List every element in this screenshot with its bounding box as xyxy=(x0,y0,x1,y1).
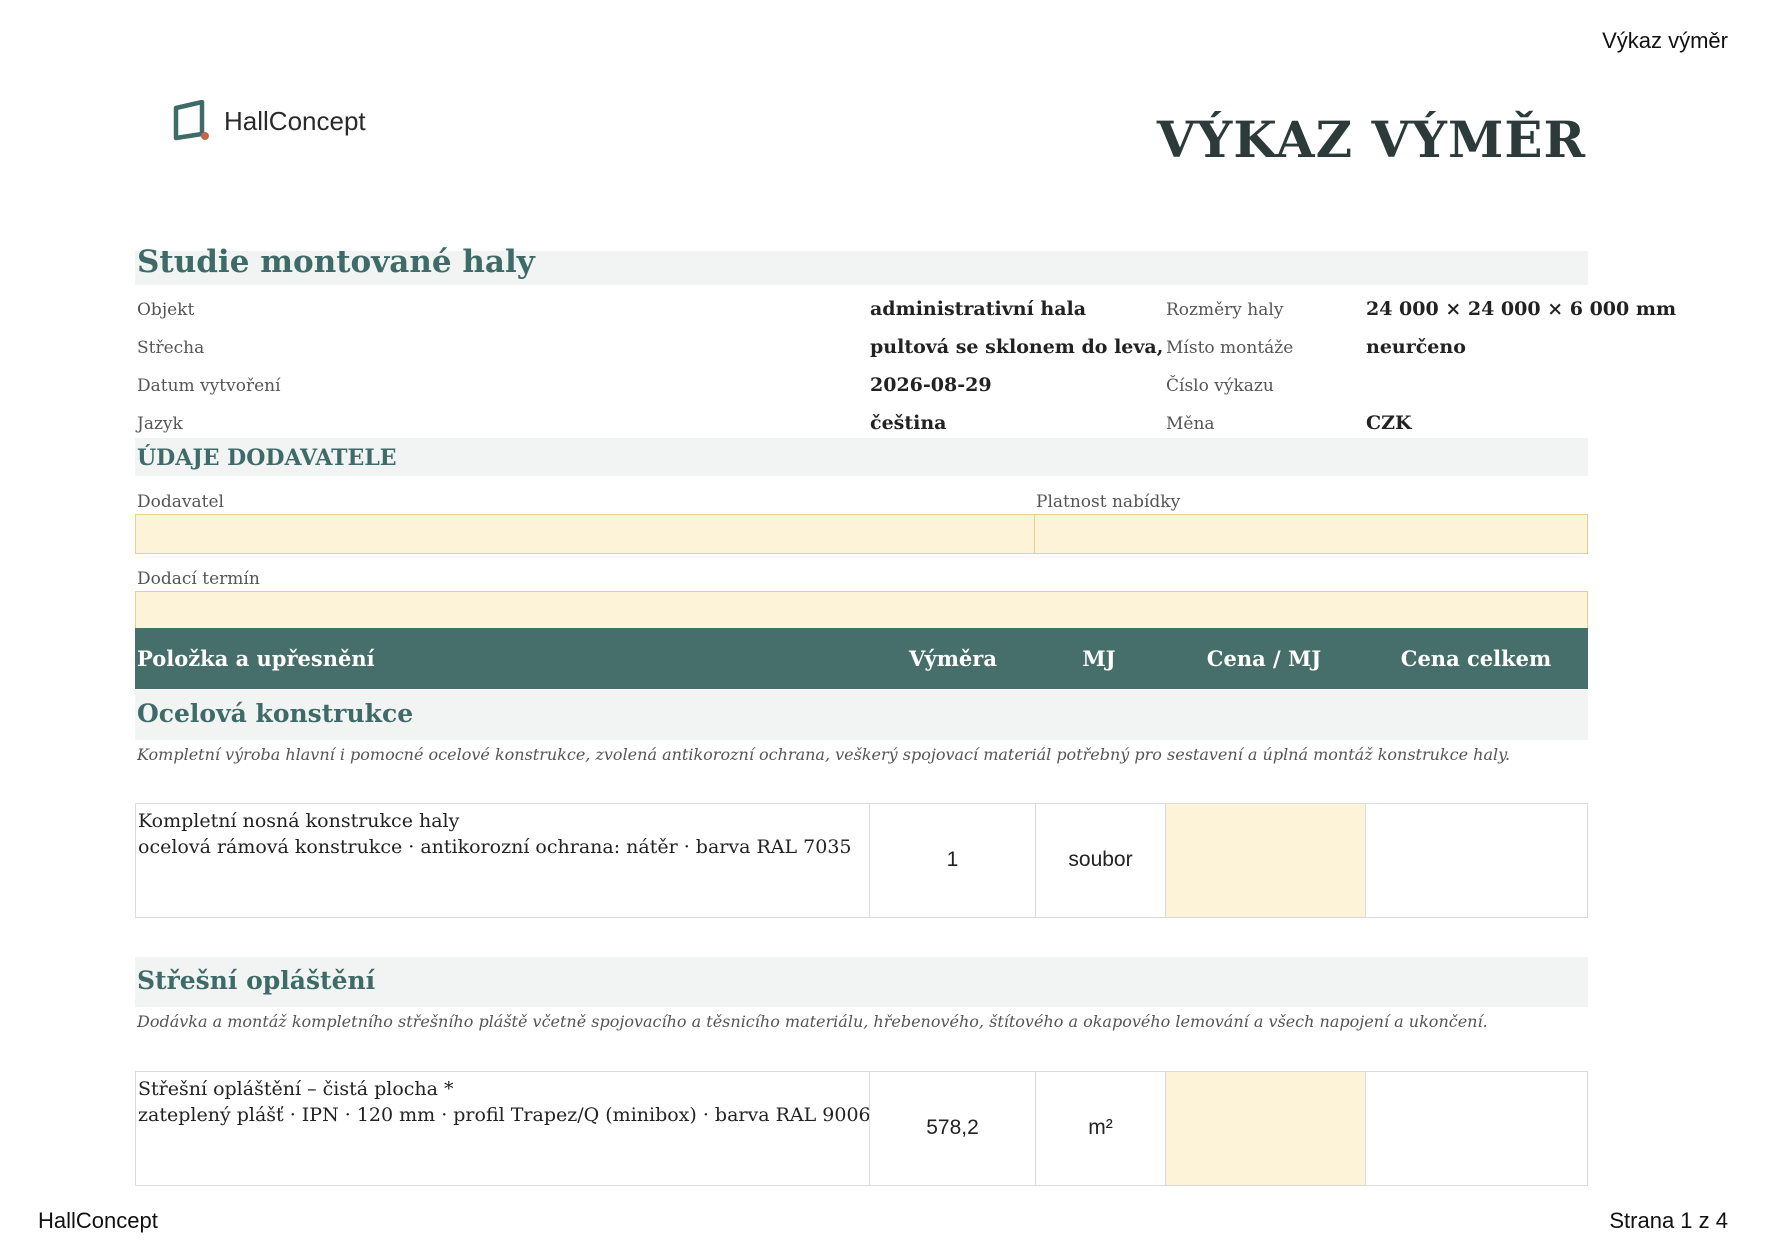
info-label-currency: Měna xyxy=(1166,414,1215,434)
item-quantity: 1 xyxy=(946,848,959,871)
quantity-cell: 1 xyxy=(869,804,1035,917)
total-cell xyxy=(1365,804,1587,917)
unit-cell: m² xyxy=(1035,1072,1165,1185)
table-header: Položka a upřesnění Výměra MJ Cena / MJ … xyxy=(135,628,1588,689)
delivery-field[interactable] xyxy=(135,591,1588,629)
info-label-location: Místo montáže xyxy=(1166,338,1294,358)
item-detail: zateplený plášť · IPN · 120 mm · profil … xyxy=(138,1104,871,1126)
supplier-field[interactable] xyxy=(135,514,1035,554)
column-header-unit-price: Cena / MJ xyxy=(1206,646,1322,671)
column-header-item: Položka a upřesnění xyxy=(137,646,375,671)
running-header: Výkaz výměr xyxy=(1602,28,1728,53)
logo-text: HallConcept xyxy=(224,105,366,136)
table-row: Kompletní nosná konstrukce haly ocelová … xyxy=(135,803,1588,918)
column-header-quantity: Výměra xyxy=(909,646,997,671)
document-title: VÝKAZ VÝMĚR xyxy=(1156,110,1586,169)
item-unit: soubor xyxy=(1068,848,1133,871)
info-value-created: 2026-08-29 xyxy=(870,374,992,396)
info-value-location: neurčeno xyxy=(1366,336,1466,358)
validity-field[interactable] xyxy=(1034,514,1588,554)
section-title: Střešní opláštění xyxy=(137,966,376,995)
info-value-object: administrativní hala xyxy=(870,298,1087,320)
validity-label: Platnost nabídky xyxy=(1036,492,1181,512)
info-value-roof: pultová se sklonem do leva, 5° xyxy=(870,336,1164,358)
info-label-created: Datum vytvoření xyxy=(137,376,281,396)
info-label-object: Objekt xyxy=(137,300,195,320)
company-logo: HallConcept xyxy=(172,100,366,142)
item-name: Střešní opláštění – čistá plocha * xyxy=(138,1078,454,1100)
total-cell xyxy=(1365,1072,1587,1185)
table-row: Střešní opláštění – čistá plocha * zatep… xyxy=(135,1071,1588,1186)
info-value-dimensions: 24 000 × 24 000 × 6 000 mm xyxy=(1366,298,1677,320)
unit-price-input[interactable] xyxy=(1165,1072,1365,1185)
info-label-dimensions: Rozměry haly xyxy=(1166,300,1284,320)
info-label-language: Jazyk xyxy=(137,414,183,434)
study-title: Studie montované haly xyxy=(137,244,535,280)
footer-page-number: Strana 1 z 4 xyxy=(1609,1208,1728,1233)
info-label-roof: Střecha xyxy=(137,338,205,358)
item-unit: m² xyxy=(1088,1116,1113,1139)
column-header-total: Cena celkem xyxy=(1400,646,1552,671)
quantity-cell: 578,2 xyxy=(869,1072,1035,1185)
delivery-label: Dodací termín xyxy=(137,569,260,589)
footer-company: HallConcept xyxy=(38,1208,158,1233)
supplier-heading: ÚDAJE DODAVATELE xyxy=(137,445,397,471)
item-name: Kompletní nosná konstrukce haly xyxy=(138,810,460,832)
supplier-label: Dodavatel xyxy=(137,492,224,512)
item-detail: ocelová rámová konstrukce · antikorozní … xyxy=(138,836,852,858)
unit-price-input[interactable] xyxy=(1165,804,1365,917)
column-header-unit: MJ xyxy=(1082,646,1116,671)
logo-icon xyxy=(173,100,209,141)
info-label-report-number: Číslo výkazu xyxy=(1166,376,1274,396)
section-description: Kompletní výroba hlavní i pomocné ocelov… xyxy=(137,745,1511,764)
info-value-currency: CZK xyxy=(1366,412,1412,434)
section-description: Dodávka a montáž kompletního střešního p… xyxy=(137,1012,1488,1031)
section-title: Ocelová konstrukce xyxy=(137,699,414,728)
item-quantity: 578,2 xyxy=(926,1116,979,1139)
info-value-language: čeština xyxy=(870,412,947,434)
unit-cell: soubor xyxy=(1035,804,1165,917)
